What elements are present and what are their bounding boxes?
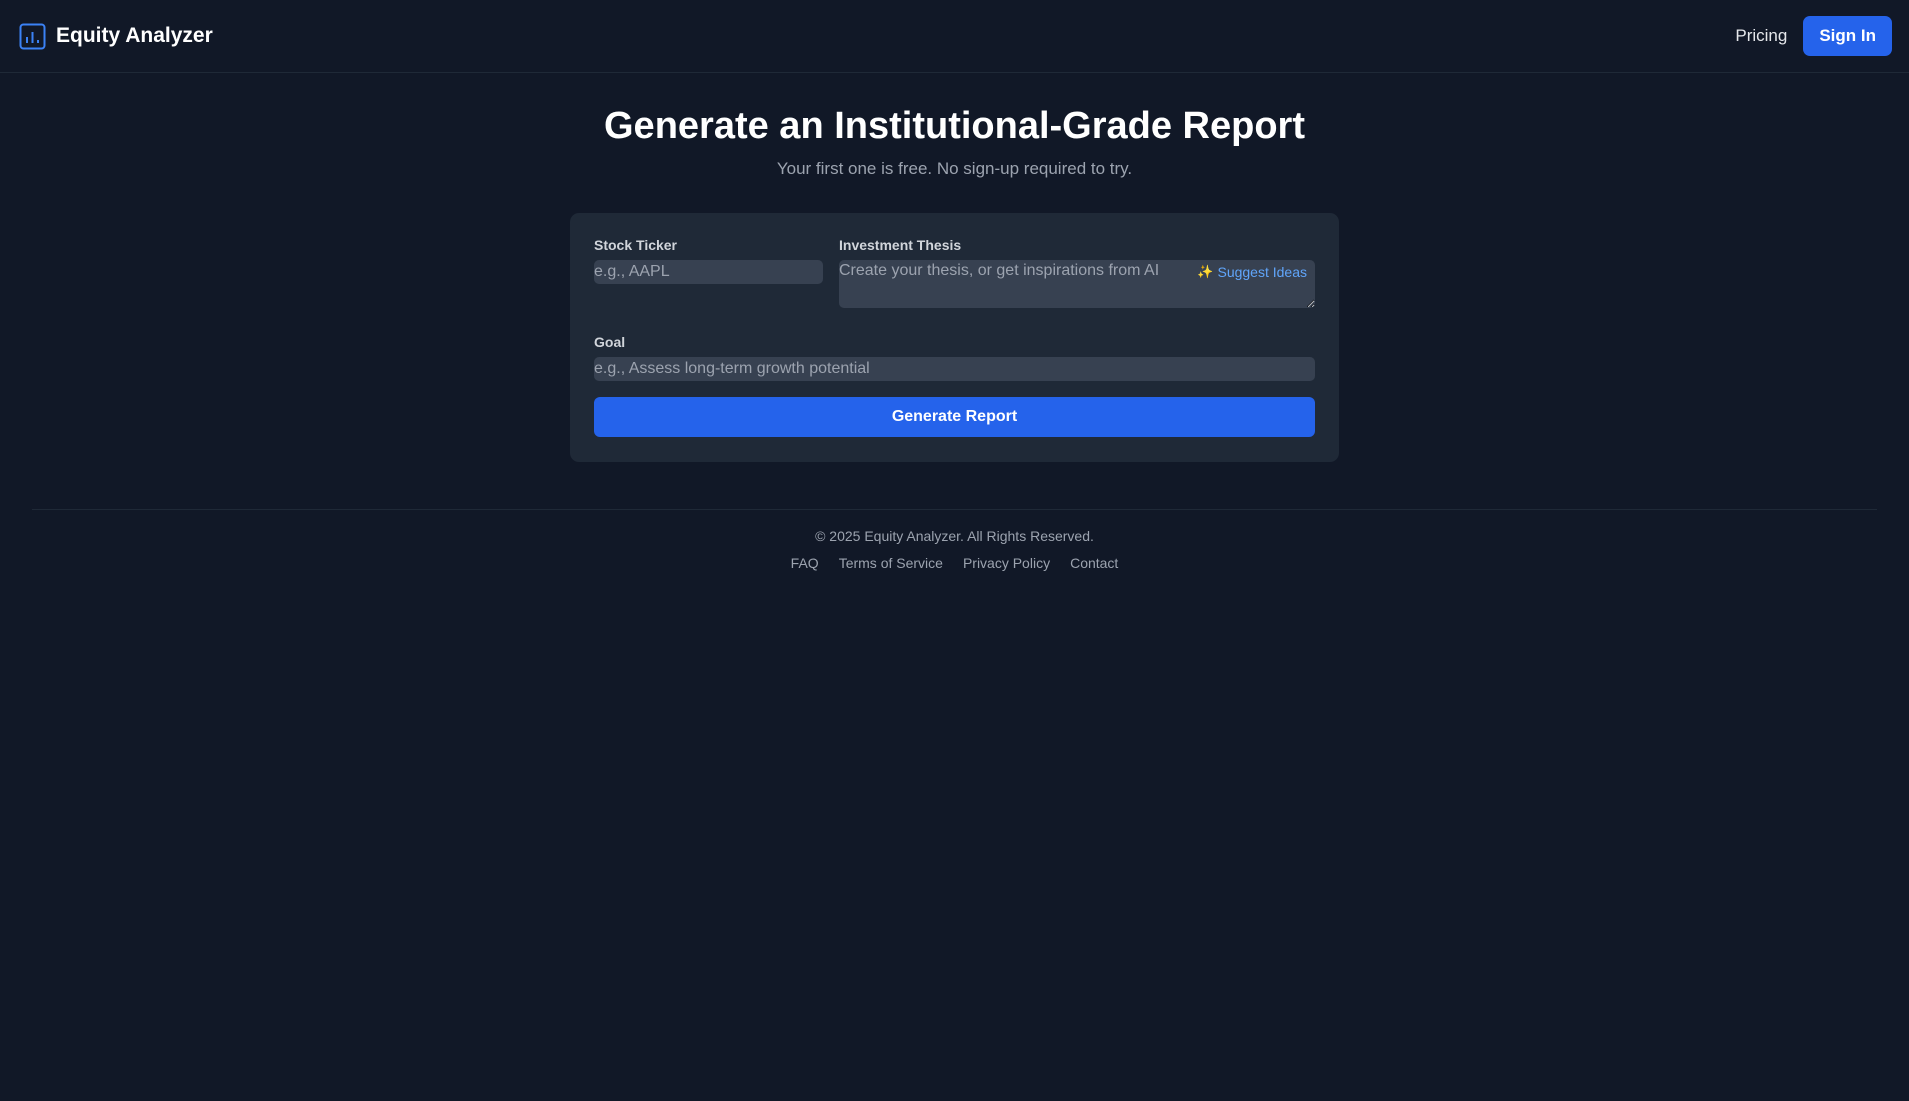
page-subtitle: Your first one is free. No sign-up requi… [776,158,1133,178]
footer: © 2025 Equity Analyzer. All Rights Reser… [32,508,1877,571]
form-row: Stock Ticker Investment Thesis ✨ Suggest… [594,237,1315,313]
bar-chart-icon [19,23,46,49]
ticker-input[interactable] [594,259,823,284]
ticker-label: Stock Ticker [594,236,678,253]
suggest-ideas-button[interactable]: ✨ Suggest Ideas [1197,264,1307,280]
sparkle-icon: ✨ [1197,263,1214,279]
page-title: Generate an Institutional-Grade Report [604,105,1305,147]
footer-link-terms[interactable]: Terms of Service [839,555,943,571]
thesis-field: Investment Thesis ✨ Suggest Ideas [839,237,1315,313]
report-form-card: Stock Ticker Investment Thesis ✨ Suggest… [570,212,1339,462]
generate-report-button[interactable]: Generate Report [594,396,1315,437]
brand[interactable]: Equity Analyzer [19,23,213,50]
ticker-field: Stock Ticker [594,237,823,313]
sign-in-button[interactable]: Sign In [1803,16,1892,56]
brand-name: Equity Analyzer [56,24,213,47]
footer-link-privacy[interactable]: Privacy Policy [963,555,1050,571]
suggest-ideas-label: Suggest Ideas [1217,263,1307,280]
top-header: Equity Analyzer Pricing Sign In [0,0,1909,73]
goal-label: Goal [594,333,626,350]
footer-links: FAQ Terms of Service Privacy Policy Cont… [32,555,1877,571]
hero: Generate an Institutional-Grade Report Y… [0,104,1909,179]
copyright: © 2025 Equity Analyzer. All Rights Reser… [815,527,1094,544]
footer-link-faq[interactable]: FAQ [791,555,819,571]
thesis-wrapper: ✨ Suggest Ideas [839,259,1315,313]
nav-pricing-link[interactable]: Pricing [1735,26,1787,46]
header-nav: Pricing Sign In [1735,16,1892,56]
thesis-label: Investment Thesis [839,236,962,253]
footer-link-contact[interactable]: Contact [1070,555,1118,571]
goal-field: Goal [594,334,1315,381]
goal-input[interactable] [594,356,1315,381]
